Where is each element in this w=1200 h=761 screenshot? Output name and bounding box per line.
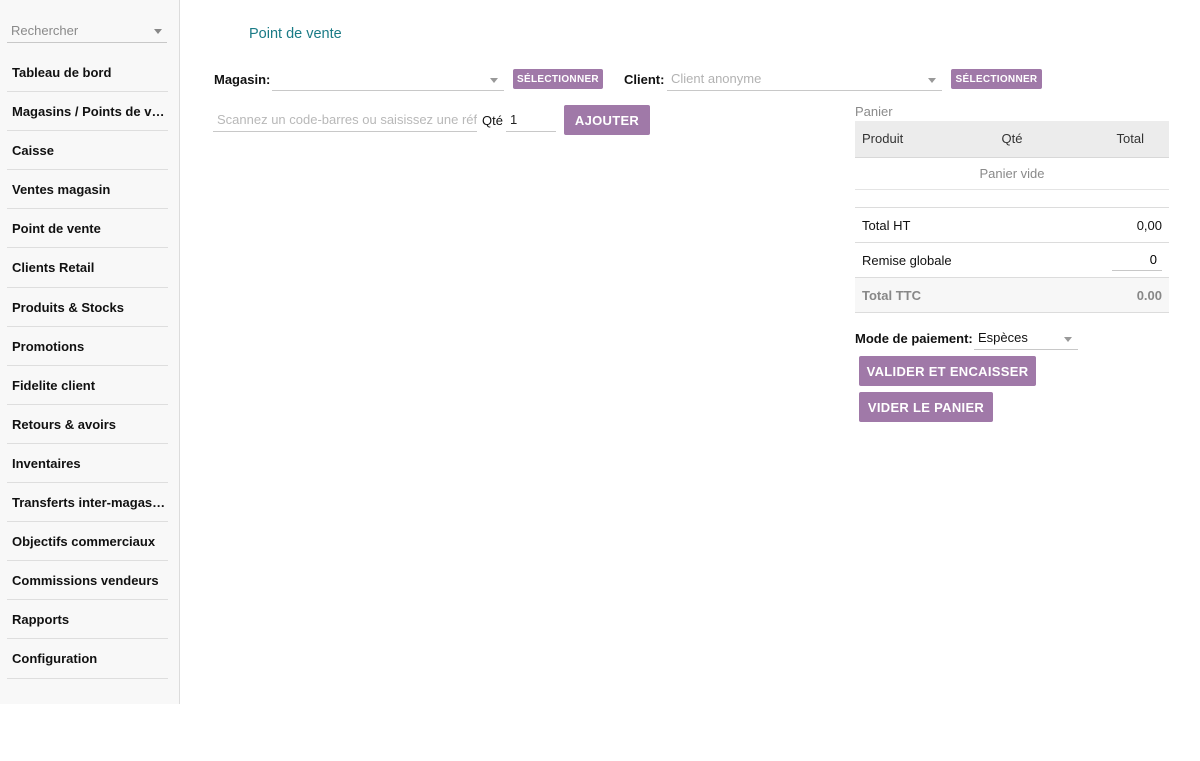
chevron-down-icon[interactable] [490, 78, 498, 83]
sidebar-item-magasins[interactable]: Magasins / Points de vente [7, 92, 168, 132]
sidebar-item-rapports[interactable]: Rapports [7, 600, 168, 640]
column-header-qty: Qté [967, 121, 1057, 158]
sidebar-item-point-de-vente[interactable]: Point de vente [7, 209, 168, 249]
total-ht-label: Total HT [862, 217, 911, 233]
sidebar-item-ventes-magasin[interactable]: Ventes magasin [7, 170, 168, 210]
total-ttc-value: 0.00 [1136, 287, 1162, 303]
discount-cell [1049, 243, 1169, 278]
client-select[interactable]: Client anonyme [667, 69, 942, 91]
sidebar-search[interactable] [7, 18, 167, 43]
qty-input[interactable] [506, 108, 556, 132]
chevron-down-icon[interactable] [1064, 337, 1072, 342]
store-label: Magasin: [214, 72, 271, 87]
store-select[interactable] [272, 69, 504, 91]
barcode-input[interactable] [213, 108, 477, 132]
sidebar-item-clients-retail[interactable]: Clients Retail [7, 248, 168, 288]
sidebar-item-produits-stocks[interactable]: Produits & Stocks [7, 288, 168, 327]
sidebar-item-commissions[interactable]: Commissions vendeurs [7, 561, 168, 601]
payment-mode-value: Espèces [978, 330, 1028, 345]
sidebar-item-promotions[interactable]: Promotions [7, 327, 168, 366]
discount-label: Remise globale [862, 252, 952, 268]
payment-mode-label: Mode de paiement: [855, 331, 973, 346]
sidebar-search-input[interactable] [7, 18, 147, 42]
chevron-down-icon[interactable] [928, 78, 936, 83]
column-header-total: Total [1057, 121, 1169, 158]
client-label: Client: [624, 72, 665, 87]
discount-row: Remise globale [855, 242, 1169, 278]
chevron-down-icon[interactable] [154, 29, 162, 34]
payment-mode-select[interactable]: Espèces [974, 328, 1078, 350]
qty-label: Qté [482, 113, 503, 128]
sidebar-menu: Tableau de bord Magasins / Points de ven… [7, 53, 168, 679]
store-select-button[interactable]: SÉLECTIONNER [513, 69, 603, 89]
sidebar-item-fidelite-client[interactable]: Fidelite client [7, 366, 168, 405]
client-select-placeholder: Client anonyme [671, 71, 762, 86]
client-select-button[interactable]: SÉLECTIONNER [951, 69, 1042, 89]
clear-cart-button[interactable]: VIDER LE PANIER [859, 392, 993, 422]
sidebar: Tableau de bord Magasins / Points de ven… [0, 0, 180, 704]
column-header-product: Produit [855, 121, 967, 158]
cart-empty-text: Panier vide [855, 157, 1169, 190]
sidebar-item-tableau-de-bord[interactable]: Tableau de bord [7, 53, 168, 93]
total-ttc-label: Total TTC [862, 287, 921, 303]
sidebar-item-caisse[interactable]: Caisse [7, 131, 168, 171]
validate-checkout-button[interactable]: VALIDER ET ENCAISSER [859, 356, 1036, 386]
sidebar-item-retours-avoirs[interactable]: Retours & avoirs [7, 405, 168, 444]
add-button[interactable]: AJOUTER [564, 105, 650, 135]
cart-empty-row: Panier vide [855, 157, 1169, 190]
page-title: Point de vente [249, 26, 342, 42]
sidebar-item-inventaires[interactable]: Inventaires [7, 444, 168, 484]
totals-table: Total HT 0,00 Remise globale Total TTC 0… [855, 207, 1169, 313]
sidebar-item-transferts[interactable]: Transferts inter-magasins [7, 483, 168, 523]
cart-table: Produit Qté Total Panier vide [855, 121, 1169, 190]
total-ttc-row: Total TTC 0.00 [855, 277, 1169, 313]
total-ht-row: Total HT 0,00 [855, 207, 1169, 243]
discount-input[interactable] [1112, 249, 1162, 271]
sidebar-item-configuration[interactable]: Configuration [7, 639, 168, 679]
total-ht-value: 0,00 [1136, 217, 1162, 233]
cart-header-row: Produit Qté Total [855, 121, 1169, 158]
cart-caption: Panier [855, 104, 893, 119]
sidebar-item-objectifs[interactable]: Objectifs commerciaux [7, 522, 168, 562]
